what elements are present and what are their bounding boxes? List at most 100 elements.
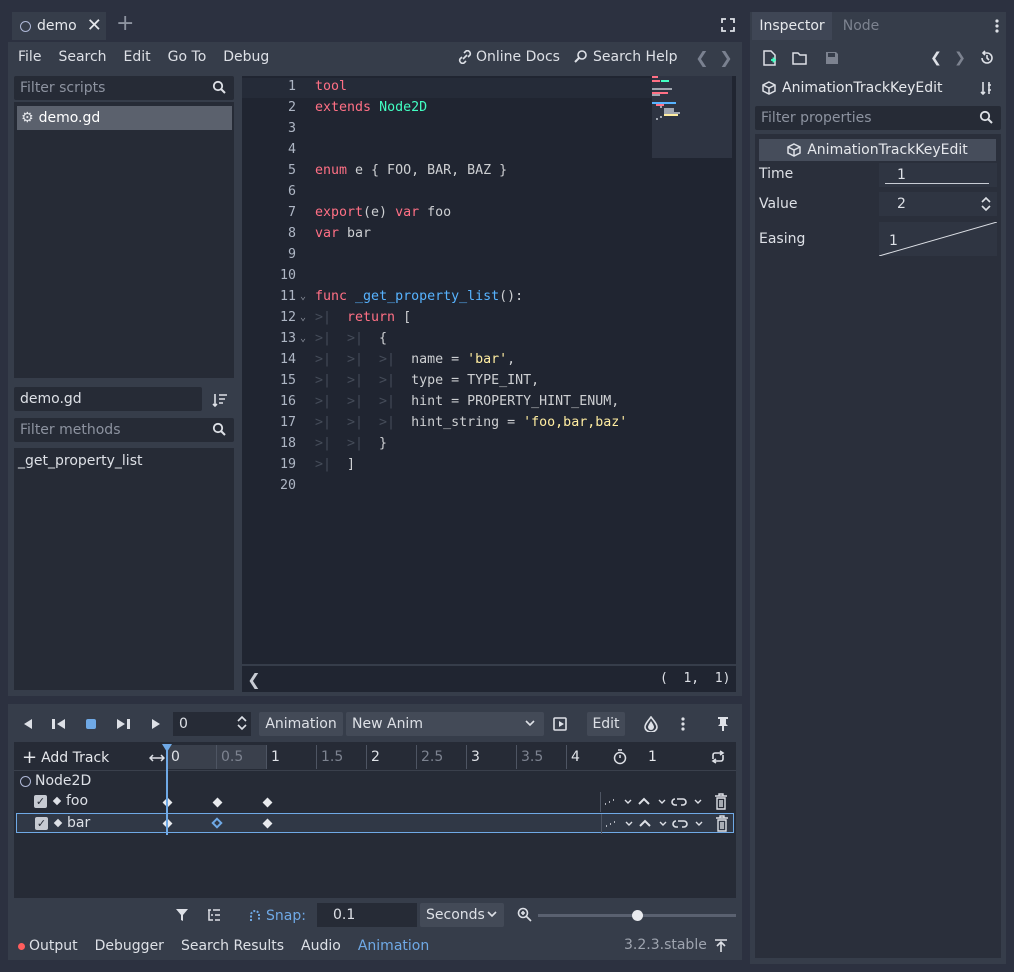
next-object-icon[interactable]: ❯ bbox=[950, 48, 970, 68]
stop-icon[interactable] bbox=[80, 712, 102, 736]
code-line: 16 >| >| >| hint = PROPERTY_HINT_ENUM, bbox=[279, 394, 620, 409]
play-from-start-icon[interactable] bbox=[112, 712, 134, 736]
tab-inspector[interactable]: Inspector bbox=[752, 12, 832, 40]
tab-node[interactable]: Node bbox=[836, 12, 886, 40]
track-row-foo[interactable]: ✓ foo bbox=[16, 792, 734, 812]
track-row-bar[interactable]: ✓ bar bbox=[16, 813, 734, 834]
filter-properties-input[interactable]: Filter properties bbox=[755, 106, 1001, 130]
new-resource-icon[interactable] bbox=[760, 48, 780, 68]
autoplay-icon[interactable] bbox=[550, 712, 572, 736]
bottom-tab-output[interactable]: Output bbox=[12, 938, 78, 954]
code-line: 17 >| >| >| hint_string = 'foo,bar,baz' bbox=[279, 415, 628, 430]
menu-search[interactable]: Search bbox=[58, 46, 106, 68]
engine-version: 3.2.3.stable bbox=[624, 937, 707, 953]
chevron-down-icon bbox=[486, 908, 498, 920]
animation-time-value: 0 bbox=[179, 716, 188, 732]
save-icon[interactable] bbox=[822, 48, 842, 68]
menu-file[interactable]: File bbox=[18, 46, 41, 68]
code-line: 19 >| ] bbox=[279, 457, 356, 472]
group-tracks-icon[interactable] bbox=[206, 906, 222, 924]
spinner-icon[interactable] bbox=[237, 714, 247, 732]
expand-bottom-panel-icon[interactable] bbox=[712, 938, 730, 954]
animation-time-spinbox[interactable]: 0 bbox=[173, 712, 251, 736]
slider-underline bbox=[885, 183, 989, 184]
onion-skinning-icon[interactable] bbox=[640, 712, 662, 736]
filter-scripts-placeholder: Filter scripts bbox=[20, 80, 106, 96]
filter-properties-placeholder: Filter properties bbox=[761, 110, 872, 126]
add-track-button[interactable]: + Add Track bbox=[22, 748, 109, 768]
animation-select[interactable]: New Anim bbox=[346, 712, 544, 736]
scene-tab-demo[interactable]: demo ✕ bbox=[12, 12, 106, 40]
animation-menu-button[interactable]: Animation bbox=[259, 712, 343, 736]
playhead[interactable] bbox=[166, 745, 168, 835]
bottom-tab-audio[interactable]: Audio bbox=[301, 938, 341, 954]
track-enabled-checkbox[interactable]: ✓ bbox=[34, 795, 47, 808]
loop-icon[interactable] bbox=[708, 748, 728, 766]
ruler-tick: 2.5 bbox=[416, 745, 443, 769]
code-minimap[interactable] bbox=[652, 76, 732, 158]
object-name: AnimationTrackKeyEdit bbox=[782, 80, 943, 96]
play-backwards-from-end-icon[interactable] bbox=[18, 712, 38, 736]
sort-methods-icon[interactable] bbox=[208, 389, 232, 411]
script-list-item[interactable]: ⚙ demo.gd bbox=[17, 106, 232, 130]
snap-icon bbox=[248, 909, 262, 923]
menu-goto[interactable]: Go To bbox=[168, 46, 207, 68]
menu-debug[interactable]: Debug bbox=[223, 46, 269, 68]
toggle-scripts-panel-icon[interactable]: ❮ bbox=[247, 670, 260, 689]
edit-menu-button[interactable]: Edit bbox=[587, 712, 625, 736]
online-docs-button[interactable]: Online Docs bbox=[458, 46, 560, 68]
history-forward-icon[interactable]: ❯ bbox=[719, 46, 732, 68]
property-value-value: 2 bbox=[897, 196, 906, 212]
property-track-icon bbox=[53, 818, 63, 828]
object-properties-icon[interactable] bbox=[978, 79, 996, 97]
plus-icon: + bbox=[22, 747, 38, 768]
zoom-slider-grabber[interactable] bbox=[631, 910, 643, 921]
code-editor[interactable]: 1 tool 2 extends Node2D 3 4 5 enum e { FOO,… bbox=[242, 76, 736, 664]
more-options-icon[interactable] bbox=[673, 712, 693, 736]
track-group-node2d[interactable]: Node2D bbox=[20, 772, 91, 790]
add-scene-tab-icon[interactable]: + bbox=[116, 13, 134, 36]
code-line: 15 >| >| >| type = TYPE_INT, bbox=[279, 373, 540, 388]
snap-step-input[interactable]: 0.1 bbox=[317, 903, 417, 927]
close-tab-icon[interactable]: ✕ bbox=[87, 17, 102, 35]
ruler-tick: 2 bbox=[366, 745, 380, 769]
property-easing-editor[interactable]: 1 bbox=[879, 222, 997, 256]
history-icon[interactable] bbox=[977, 48, 997, 68]
animation-select-value: New Anim bbox=[352, 716, 423, 732]
play-icon[interactable] bbox=[146, 712, 166, 736]
code-line: 13 ⌄ >| >| { bbox=[279, 331, 388, 346]
filter-methods-input[interactable]: Filter methods bbox=[14, 418, 234, 442]
time-ruler[interactable]: 0 0.5 1 1.5 2 2.5 3 3.5 4 bbox=[166, 745, 596, 769]
chevron-down-icon bbox=[524, 717, 536, 729]
distraction-free-icon[interactable] bbox=[720, 16, 736, 34]
bottom-tab-search-results[interactable]: Search Results bbox=[181, 938, 284, 954]
play-backwards-icon[interactable] bbox=[48, 712, 70, 736]
scripts-list bbox=[14, 102, 234, 378]
open-folder-icon[interactable] bbox=[790, 48, 810, 68]
current-script-name: demo.gd bbox=[14, 387, 202, 411]
property-value-input[interactable]: 2 bbox=[879, 192, 997, 216]
previous-object-icon[interactable]: ❮ bbox=[926, 48, 946, 68]
bottom-tab-animation[interactable]: Animation bbox=[358, 938, 429, 954]
timeline-fit-icon[interactable] bbox=[148, 750, 166, 766]
menu-edit[interactable]: Edit bbox=[124, 46, 151, 68]
snap-toggle[interactable]: Snap: bbox=[248, 906, 306, 926]
playhead-handle[interactable] bbox=[162, 744, 172, 752]
spinner-icon[interactable] bbox=[981, 195, 991, 213]
filter-scripts-input[interactable]: Filter scripts bbox=[14, 76, 234, 100]
bottom-tab-debugger[interactable]: Debugger bbox=[95, 938, 164, 954]
snap-mode-select[interactable]: Seconds bbox=[420, 903, 504, 927]
filter-icon[interactable] bbox=[174, 906, 190, 924]
dock-menu-icon[interactable] bbox=[992, 16, 1002, 36]
snap-label: Snap: bbox=[266, 908, 306, 924]
pin-icon[interactable] bbox=[713, 712, 733, 736]
method-list-item[interactable]: _get_property_list bbox=[18, 452, 142, 470]
edited-object[interactable]: AnimationTrackKeyEdit bbox=[762, 78, 943, 98]
history-back-icon[interactable]: ❮ bbox=[695, 46, 708, 68]
property-time-input[interactable]: 1 bbox=[879, 163, 997, 187]
search-help-button[interactable]: Search Help bbox=[573, 46, 677, 68]
ruler-tick: 1 bbox=[266, 745, 280, 769]
track-enabled-checkbox[interactable]: ✓ bbox=[35, 817, 48, 830]
ruler-separator bbox=[14, 770, 736, 771]
section-header[interactable]: AnimationTrackKeyEdit bbox=[759, 139, 996, 161]
